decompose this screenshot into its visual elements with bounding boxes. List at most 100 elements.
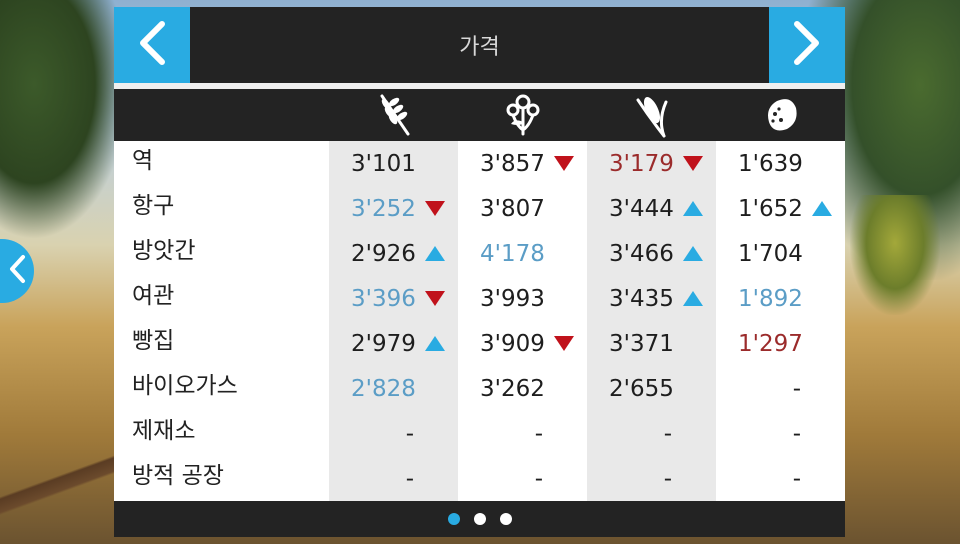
prices-panel: 가격 역 3'101 3'857 3'179 1'639 항구 3'252 3'… [114,7,845,537]
price-cell: - [587,411,716,456]
price-value: 3'252 [351,195,416,222]
price-value: 3'444 [609,195,674,222]
trend-down-icon [553,336,574,351]
potato-icon [716,89,845,141]
price-cell: 3'444 [587,186,716,231]
price-cell: - [716,411,845,456]
price-value: 2'655 [609,375,674,402]
price-value: 3'396 [351,285,416,312]
building-label: 제재소 [132,418,196,444]
price-value: 1'652 [738,195,803,222]
side-collapse-button[interactable] [0,239,34,303]
price-value: - [663,465,672,492]
page-title: 가격 [459,35,500,60]
price-cell: 2'828 [329,366,458,411]
table-row: 바이오가스 2'828 3'262 2'655 - [114,366,845,411]
page-dot[interactable] [447,513,460,525]
price-cell: 3'993 [458,276,587,321]
trend-down-icon [682,156,703,171]
price-value: 1'704 [738,240,803,267]
price-cell: 4'178 [458,231,587,276]
price-cell: 3'466 [587,231,716,276]
building-label: 방앗간 [132,238,196,264]
price-cell: 3'435 [587,276,716,321]
crop-icon-row [114,89,845,141]
price-value: 3'262 [480,375,545,402]
price-value: 2'828 [351,375,416,402]
building-label: 항구 [132,193,175,219]
price-cell: 1'639 [716,141,845,186]
price-cell: 3'252 [329,186,458,231]
previous-page-button[interactable] [114,7,190,83]
building-label: 빵집 [132,328,175,354]
trend-up-icon [424,336,445,351]
price-value: 3'807 [480,195,545,222]
price-value: 4'178 [480,240,545,267]
building-label: 바이오가스 [132,373,238,399]
flower-icon [458,89,587,141]
price-cell: - [329,411,458,456]
price-table: 역 3'101 3'857 3'179 1'639 항구 3'252 3'807 3'444 1'… [114,141,845,501]
trend-down-icon [424,201,445,216]
building-label: 역 [132,148,154,174]
price-value: - [405,465,414,492]
price-cell: 2'926 [329,231,458,276]
price-cell: 1'297 [716,321,845,366]
background-tree-small [850,195,940,315]
table-row: 항구 3'252 3'807 3'444 1'652 [114,186,845,231]
price-cell: 2'655 [587,366,716,411]
chevron-left-icon [135,19,169,71]
price-value: 1'639 [738,150,803,177]
price-cell: 3'396 [329,276,458,321]
trend-up-icon [682,246,703,261]
next-page-button[interactable] [769,7,845,83]
table-row: 제재소 - - - - [114,411,845,456]
price-cell: 3'371 [587,321,716,366]
price-value: 2'926 [351,240,416,267]
price-value: 2'979 [351,330,416,357]
table-row: 여관 3'396 3'993 3'435 1'892 [114,276,845,321]
chevron-right-icon [790,19,824,71]
chevron-left-icon [8,254,26,288]
trend-up-icon [682,201,703,216]
price-cell: - [716,456,845,501]
price-value: - [792,465,801,492]
price-value: - [405,420,414,447]
trend-up-icon [682,291,703,306]
price-cell: 3'807 [458,186,587,231]
price-cell: 3'857 [458,141,587,186]
page-dot[interactable] [499,513,512,525]
price-cell: 1'892 [716,276,845,321]
background-fence [0,444,115,534]
price-cell: - [716,366,845,411]
price-value: 3'435 [609,285,674,312]
trend-up-icon [811,201,832,216]
price-value: 3'993 [480,285,545,312]
pagination [114,501,845,537]
price-value: - [663,420,672,447]
trend-down-icon [424,291,445,306]
corn-icon [587,89,716,141]
price-cell: - [329,456,458,501]
price-cell: - [587,456,716,501]
building-label: 여관 [132,283,175,309]
price-value: 3'371 [609,330,674,357]
price-value: 3'909 [480,330,545,357]
page-dot[interactable] [473,513,486,525]
price-value: - [534,465,543,492]
price-value: 3'101 [351,150,416,177]
price-value: 1'297 [738,330,803,357]
price-cell: 3'262 [458,366,587,411]
table-row: 방적 공장 - - - - [114,456,845,501]
price-cell: 1'704 [716,231,845,276]
price-cell: 3'909 [458,321,587,366]
price-cell: - [458,456,587,501]
price-value: - [534,420,543,447]
price-value: - [792,375,801,402]
price-value: 3'466 [609,240,674,267]
price-cell: 2'979 [329,321,458,366]
price-value: 1'892 [738,285,803,312]
price-value: 3'179 [609,150,674,177]
panel-header: 가격 [114,7,845,83]
trend-down-icon [553,156,574,171]
